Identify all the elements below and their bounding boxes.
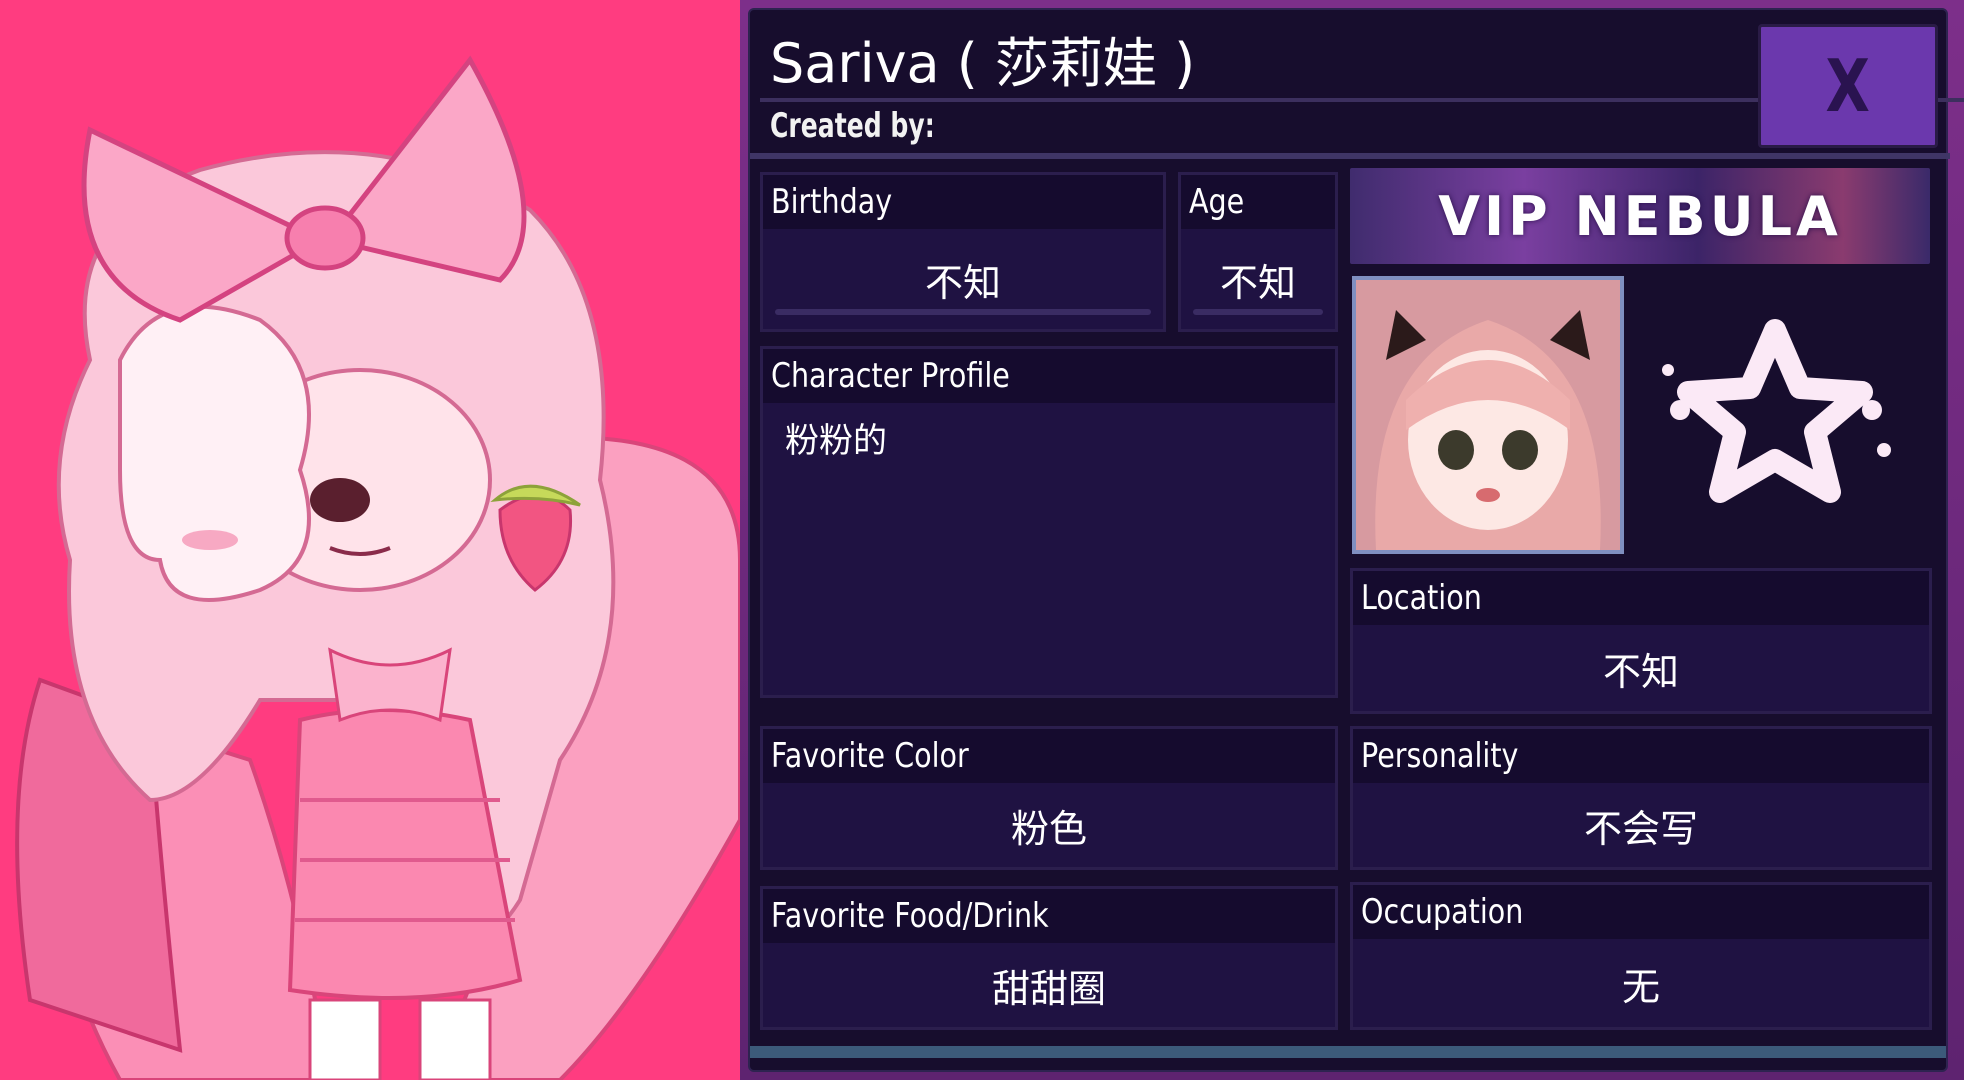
birthday-label: Birthday [771, 182, 893, 222]
age-underline [1193, 309, 1323, 315]
age-field: Age 不知 [1178, 172, 1338, 332]
header-divider-bottom [750, 153, 1950, 159]
panel-body: Sariva ( 莎莉娃 ) Created by: X Birthday 不知… [748, 8, 1964, 1072]
favorite-color-field: Favorite Color 粉色 [760, 726, 1338, 870]
location-label: Location [1361, 578, 1482, 618]
birthday-underline [775, 309, 1151, 315]
favorite-color-value: 粉色 [1010, 806, 1087, 851]
vip-banner-text: VIP NEBULA [1438, 184, 1842, 248]
location-value: 不知 [1602, 649, 1679, 694]
occupation-value: 无 [1621, 964, 1660, 1009]
occupation-field: Occupation 无 [1350, 882, 1932, 1030]
character-profile-panel: Sariva ( 莎莉娃 ) Created by: X Birthday 不知… [740, 0, 1964, 1080]
favorite-food-field: Favorite Food/Drink 甜甜圈 [760, 886, 1338, 1030]
character-profile-value: 粉粉的 [785, 421, 887, 461]
personality-field: Personality 不会写 [1350, 726, 1932, 870]
vip-nebula-banner: VIP NEBULA [1350, 168, 1930, 264]
birthday-field: Birthday 不知 [760, 172, 1166, 332]
personality-value: 不会写 [1583, 806, 1698, 851]
panel-footer-bar [750, 1046, 1946, 1058]
favorite-food-value: 甜甜圈 [991, 966, 1106, 1011]
character-name: Sariva ( 莎莉娃 ) [770, 32, 1196, 95]
close-icon: X [1825, 44, 1871, 128]
personality-label: Personality [1361, 736, 1519, 776]
age-label: Age [1189, 182, 1245, 222]
created-by-label: Created by: [770, 106, 935, 146]
favorite-color-label: Favorite Color [771, 736, 969, 776]
occupation-label: Occupation [1361, 892, 1524, 932]
favorite-food-label: Favorite Food/Drink [771, 896, 1049, 936]
character-profile-label: Character Profile [771, 356, 1010, 396]
character-profile-field: Character Profile 粉粉的 [760, 346, 1338, 698]
character-artwork [0, 0, 740, 1080]
avatar [1352, 276, 1624, 554]
close-button[interactable]: X [1758, 24, 1938, 148]
location-field: Location 不知 [1350, 568, 1932, 714]
star-badge-icon [1650, 310, 1900, 510]
